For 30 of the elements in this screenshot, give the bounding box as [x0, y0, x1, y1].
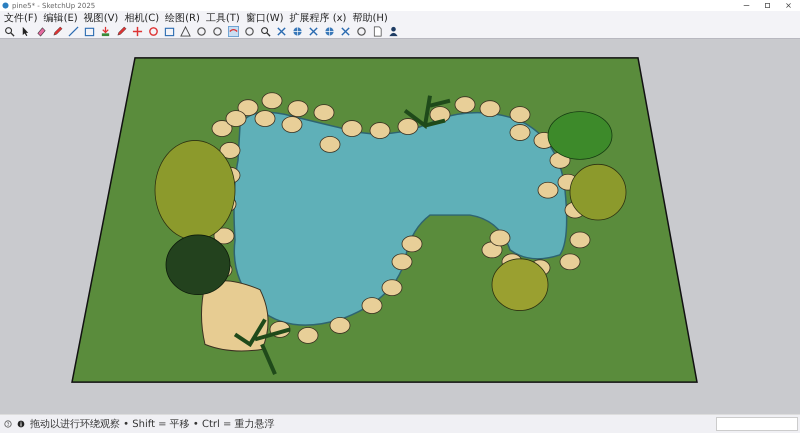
globe-icon[interactable] — [292, 26, 303, 36]
menu-item[interactable]: 视图(V) — [84, 10, 118, 24]
push-pull-icon[interactable] — [100, 26, 111, 36]
search-icon[interactable] — [4, 26, 15, 36]
status-hint: 拖动以进行环绕观察 • Shift = 平移 • Ctrl = 重力悬浮 — [30, 418, 275, 431]
rectangle-tool-icon[interactable] — [84, 26, 95, 36]
minimize-icon[interactable] — [743, 2, 750, 9]
menu-item[interactable]: 相机(C) — [124, 10, 160, 24]
menu-item[interactable]: 工具(T) — [206, 10, 240, 24]
maximize-icon[interactable] — [764, 2, 771, 9]
line-tool-icon[interactable] — [68, 26, 79, 36]
measurements-field[interactable] — [716, 417, 798, 431]
rotate-icon[interactable] — [148, 26, 159, 36]
orbit-icon[interactable] — [228, 26, 239, 36]
menu-item[interactable]: 绘图(R) — [165, 10, 200, 24]
arrow-cursor-icon[interactable] — [20, 26, 31, 36]
person-icon[interactable] — [388, 26, 399, 36]
circle-icon[interactable] — [356, 26, 367, 36]
close-icon[interactable] — [785, 2, 792, 9]
menu-item[interactable]: 帮助(H) — [352, 10, 388, 24]
app-logo-icon — [2, 2, 9, 9]
zoom-icon[interactable] — [260, 26, 271, 36]
menu-item[interactable]: 窗口(W) — [246, 10, 284, 24]
menu-item[interactable]: 扩展程序 (x) — [290, 10, 346, 24]
menu-item[interactable]: 文件(F) — [4, 10, 38, 24]
menu-item[interactable]: 编辑(E) — [44, 10, 78, 24]
info-icon[interactable] — [17, 420, 25, 428]
help-icon[interactable] — [4, 420, 12, 428]
triangle-icon[interactable] — [180, 26, 191, 36]
move-icon[interactable] — [132, 26, 143, 36]
